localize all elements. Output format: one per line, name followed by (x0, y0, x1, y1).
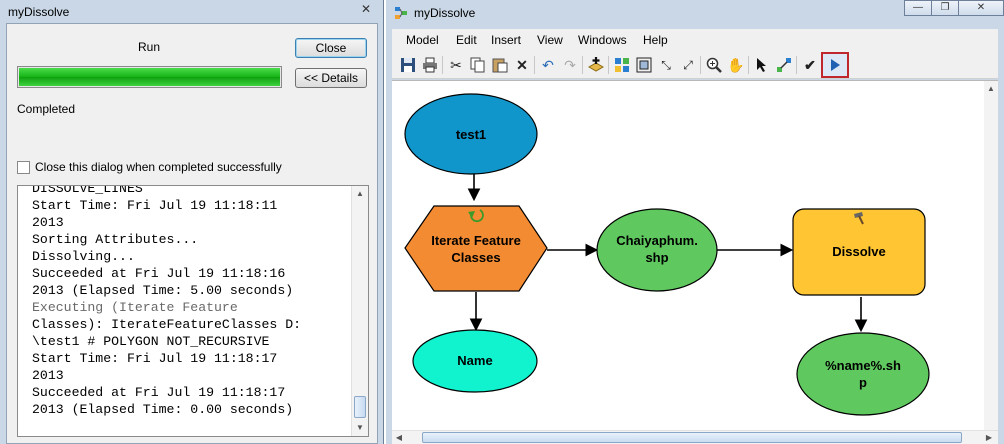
window-controls: — ❐ ✕ (904, 0, 1004, 16)
redo-icon[interactable]: ↷ (560, 55, 580, 75)
progress-fill (19, 68, 280, 86)
scroll-up-icon[interactable]: ▲ (984, 81, 998, 97)
node-output-shp[interactable]: %name%.sh p (796, 332, 930, 416)
menu-help[interactable]: Help (643, 33, 668, 47)
log-line: Executing (Iterate Feature (32, 300, 238, 315)
scroll-thumb[interactable] (422, 432, 962, 443)
canvas-vertical-scrollbar[interactable]: ▲ (984, 81, 998, 431)
close-button[interactable]: Close (295, 38, 367, 58)
dialog-body: Run Close << Details Completed Close thi… (6, 23, 378, 444)
log-line: Start Time: Fri Jul 19 11:18:11 (32, 198, 278, 213)
validate-icon[interactable]: ✔ (800, 55, 820, 75)
print-icon[interactable] (420, 55, 440, 75)
select-icon[interactable] (752, 55, 772, 75)
message-log[interactable]: DISSOLVE_LINES Start Time: Fri Jul 19 11:… (17, 185, 369, 437)
node-name[interactable]: Name (412, 329, 538, 393)
auto-layout-icon[interactable] (612, 55, 632, 75)
close-when-completed-row[interactable]: Close this dialog when completed success… (17, 160, 282, 176)
full-extent-icon[interactable] (634, 55, 654, 75)
node-output-label-line2: p (859, 375, 867, 390)
log-line: Classes): IterateFeatureClasses D: (32, 317, 302, 332)
modelbuilder-window: myDissolve — ❐ ✕ Model Edit Insert View … (386, 0, 1004, 444)
node-name-label: Name (457, 353, 492, 368)
close-window-icon[interactable]: ✕ (958, 0, 1004, 16)
connect-icon[interactable] (774, 55, 794, 75)
restore-icon[interactable]: ❐ (931, 0, 959, 16)
node-test1-label: test1 (456, 127, 486, 142)
log-line: Sorting Attributes... (32, 232, 199, 247)
scroll-thumb[interactable] (354, 396, 366, 418)
node-chaiyaphum-label-line2: shp (645, 250, 668, 265)
undo-icon[interactable]: ↶ (538, 55, 558, 75)
details-button[interactable]: << Details (295, 68, 367, 88)
model-canvas[interactable]: test1 Iterate Feature Classes Chaiyaphum… (392, 80, 998, 444)
copy-icon[interactable] (468, 55, 488, 75)
window-title: myDissolve (414, 6, 476, 20)
dialog-close-icon[interactable]: ✕ (359, 2, 373, 16)
log-line: 2013 (32, 215, 64, 230)
menu-view[interactable]: View (537, 33, 563, 47)
scroll-down-icon[interactable]: ▼ (352, 420, 368, 436)
progress-dialog: myDissolve ✕ Run Close << Details Comple… (0, 0, 384, 444)
log-line: Start Time: Fri Jul 19 11:18:17 (32, 351, 278, 366)
node-dissolve[interactable]: Dissolve (792, 208, 926, 296)
run-icon[interactable] (821, 52, 849, 78)
node-chaiyaphum-shp[interactable]: Chaiyaphum. shp (596, 208, 718, 292)
cut-icon[interactable]: ✂ (446, 55, 466, 75)
node-iterate-label-line2: Classes (451, 250, 500, 265)
menu-windows[interactable]: Windows (578, 33, 627, 47)
log-line: 2013 (32, 368, 64, 383)
dialog-title: myDissolve (8, 5, 70, 19)
node-dissolve-label: Dissolve (832, 244, 885, 259)
log-line: Dissolving... (32, 249, 135, 264)
add-data-icon[interactable] (586, 55, 606, 75)
log-lines: DISSOLVE_LINES Start Time: Fri Jul 19 11:… (32, 185, 302, 418)
log-line: 2013 (Elapsed Time: 0.00 seconds) (32, 402, 294, 417)
log-line: DISSOLVE_LINES (32, 185, 143, 196)
model-diagram: test1 Iterate Feature Classes Chaiyaphum… (404, 93, 930, 416)
close-when-completed-checkbox[interactable] (17, 161, 30, 175)
toolbar: ✂ ✕ ↶ ↷ ⤡ ⤢ ✋ ✔ (392, 51, 998, 79)
menu-insert[interactable]: Insert (491, 33, 521, 47)
minimize-icon[interactable]: — (904, 0, 932, 16)
modelbuilder-icon (395, 7, 407, 19)
node-chaiyaphum-label-line1: Chaiyaphum. (616, 233, 698, 248)
node-iterate-feature-classes[interactable]: Iterate Feature Classes (404, 205, 548, 292)
run-label: Run (138, 40, 161, 54)
menu-bar: Model Edit Insert View Windows Help (392, 29, 998, 51)
node-output-label-line1: %name%.sh (825, 358, 901, 373)
log-line: Succeeded at Fri Jul 19 11:18:17 (32, 385, 286, 400)
scroll-left-icon[interactable]: ◀ (392, 430, 406, 444)
log-line: \test1 # POLYGON NOT_RECURSIVE (32, 334, 270, 349)
close-when-completed-label: Close this dialog when completed success… (35, 160, 282, 174)
node-test1[interactable]: test1 (404, 93, 538, 175)
pan-icon[interactable]: ✋ (726, 55, 746, 75)
status-text: Completed (17, 102, 76, 116)
scroll-up-icon[interactable]: ▲ (352, 186, 368, 202)
canvas-horizontal-scrollbar[interactable]: ◀ ▶ (392, 430, 998, 444)
paste-icon[interactable] (490, 55, 510, 75)
menu-model[interactable]: Model (406, 33, 439, 47)
save-icon[interactable] (398, 55, 418, 75)
log-scrollbar[interactable]: ▲ ▼ (351, 186, 368, 436)
scroll-right-icon[interactable]: ▶ (982, 430, 996, 444)
node-iterate-label-line1: Iterate Feature (431, 233, 521, 248)
progress-bar (17, 66, 282, 88)
fixed-zoom-in-icon[interactable]: ⤡ (656, 55, 676, 75)
fixed-zoom-out-icon[interactable]: ⤢ (678, 55, 698, 75)
zoom-in-icon[interactable] (704, 55, 724, 75)
delete-icon[interactable]: ✕ (512, 55, 532, 75)
log-line: 2013 (Elapsed Time: 5.00 seconds) (32, 283, 294, 298)
menu-edit[interactable]: Edit (456, 33, 477, 47)
log-line: Succeeded at Fri Jul 19 11:18:16 (32, 266, 286, 281)
